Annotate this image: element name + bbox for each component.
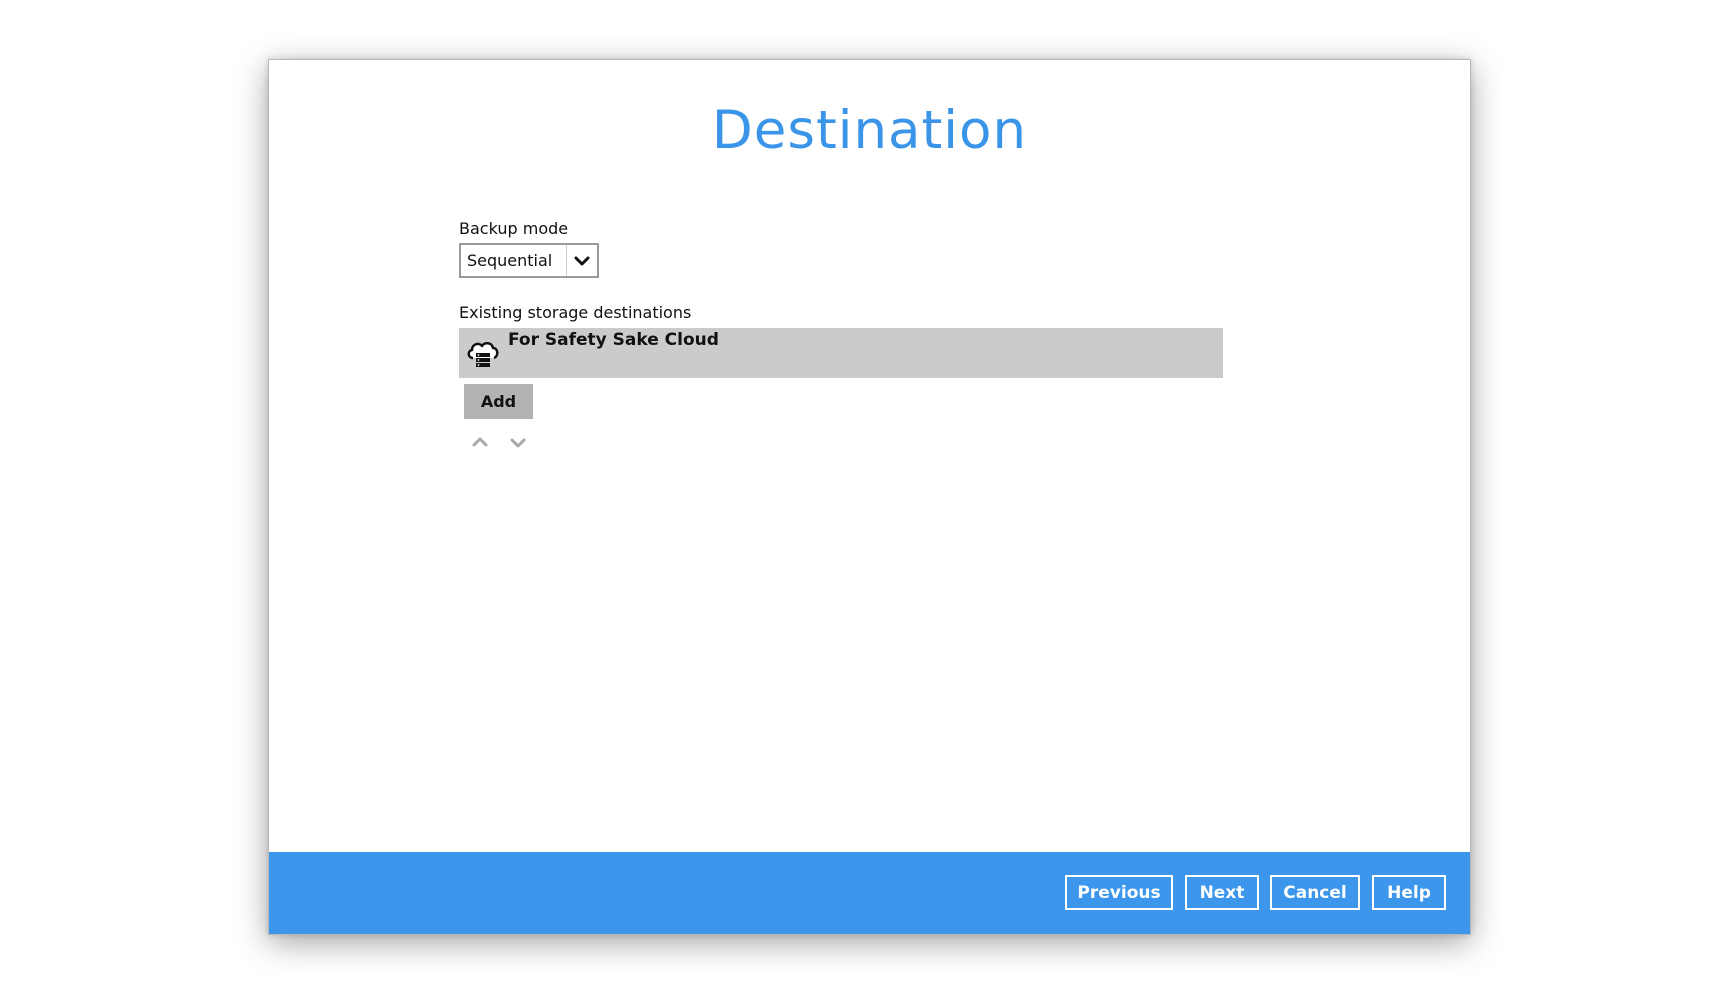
previous-button[interactable]: Previous [1065,875,1173,910]
backup-mode-label: Backup mode [459,219,569,238]
page-title: Destination [711,100,1028,161]
storage-destinations-label: Existing storage destinations [459,303,692,322]
help-button[interactable]: Help [1372,875,1446,910]
destination-dialog: Destination Backup mode Sequential Exist… [268,59,1471,935]
backup-mode-select[interactable]: Sequential [459,243,599,278]
chevron-down-icon[interactable] [567,245,597,276]
next-button[interactable]: Next [1185,875,1259,910]
chevron-down-icon[interactable] [508,432,528,452]
storage-destination-row[interactable]: For Safety Sake Cloud [459,328,1223,378]
add-button[interactable]: Add [464,384,533,419]
cloud-server-icon [465,336,501,372]
chevron-up-icon[interactable] [470,432,490,452]
footer-bar: Previous Next Cancel Help [269,852,1470,934]
destination-name: For Safety Sake Cloud [508,330,719,350]
backup-mode-value: Sequential [461,245,567,276]
cancel-button[interactable]: Cancel [1270,875,1360,910]
